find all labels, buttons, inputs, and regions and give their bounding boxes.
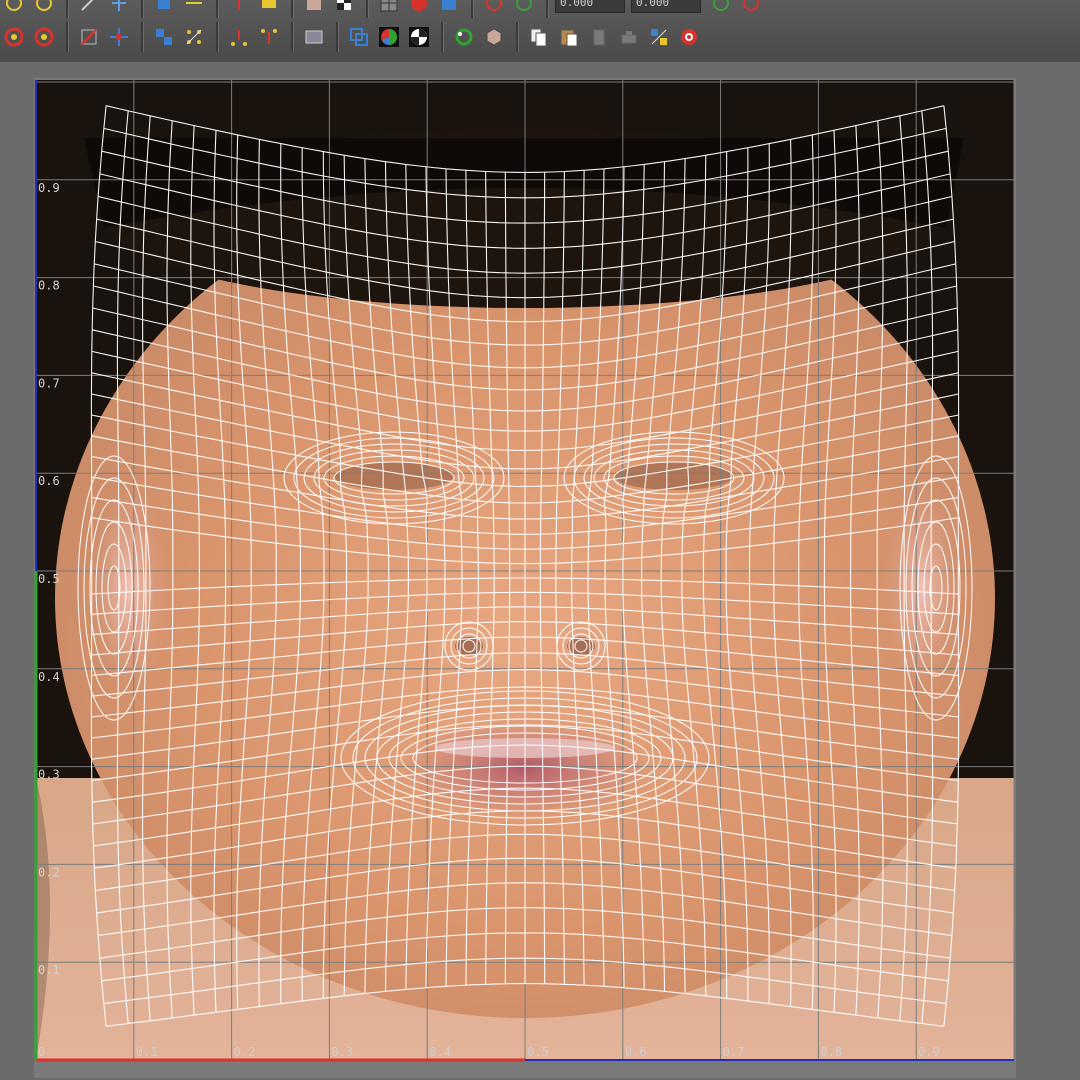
toolbar-separator [366, 0, 369, 18]
v-axis-label: 0.1 [38, 963, 60, 977]
toolbar-separator [66, 22, 69, 52]
stack-icon[interactable] [255, 24, 283, 50]
u-axis-label: 0.4 [429, 1045, 451, 1059]
uv-canvas-frame: 0 0.1 0.2 0.3 0.4 0.5 0.6 0.7 0.8 0.9 0.1 0.2 0.3 0.4… [34, 78, 1016, 1078]
v-axis-label: 0.5 [38, 572, 60, 586]
toolbar-separator [216, 0, 219, 18]
toolbar-separator [471, 0, 474, 18]
paste-disabled-icon [585, 24, 613, 50]
toolbar-separator [441, 22, 444, 52]
target-icon[interactable] [675, 24, 703, 50]
texture-alpha-icon[interactable] [405, 24, 433, 50]
u-axis-label: 0 [38, 1045, 45, 1059]
select-icon[interactable] [255, 0, 283, 16]
u-axis-label: 0.7 [723, 1045, 745, 1059]
delete-disabled-icon [615, 24, 643, 50]
toolbar-separator [516, 22, 519, 52]
uv-toolbar: 0.000 0.000 [0, 0, 1080, 63]
toolbar-separator [336, 22, 339, 52]
u-axis-label: 0.3 [331, 1045, 353, 1059]
uv-value-field-2[interactable]: 0.000 [631, 0, 701, 13]
v-axis-label: 0.3 [38, 768, 60, 782]
image-icon[interactable] [300, 24, 328, 50]
checker-icon[interactable] [300, 0, 328, 16]
checker-map-icon[interactable] [480, 24, 508, 50]
texture-rgb-icon[interactable] [375, 24, 403, 50]
v-axis-label: 0.4 [38, 670, 60, 684]
uv-editor-viewport[interactable]: 0 0.1 0.2 0.3 0.4 0.5 0.6 0.7 0.8 0.9 0.1 0.2 0.3 0.4… [0, 62, 1080, 1080]
pin-icon[interactable] [225, 24, 253, 50]
u-axis-label: 0.5 [527, 1045, 549, 1059]
toolbar-separator [66, 0, 69, 18]
v-axis-label: 0.6 [38, 474, 60, 488]
uv-value-field-1[interactable]: 0.000 [555, 0, 625, 13]
toolbar-separator [291, 22, 294, 52]
toolbar-separator [141, 0, 144, 18]
toolbar-separator [141, 22, 144, 52]
toolbar-separator [291, 0, 294, 18]
rgb-icon[interactable] [405, 0, 433, 16]
grid-snap-icon[interactable] [645, 24, 673, 50]
scale-icon[interactable] [75, 0, 103, 16]
refresh-icon[interactable] [707, 0, 735, 16]
align-uv-icon[interactable] [150, 24, 178, 50]
move-uv-icon[interactable] [105, 24, 133, 50]
rotate-ccw-red-icon[interactable] [0, 24, 28, 50]
v-axis-label: 0.8 [38, 279, 60, 293]
checker-pattern-icon[interactable] [330, 0, 358, 16]
rotate-cw-red-icon[interactable] [30, 24, 58, 50]
u-axis-label: 0.1 [136, 1045, 158, 1059]
v-axis-label: 0.2 [38, 865, 60, 879]
toolbar-row-bottom [0, 22, 705, 52]
flip-icon[interactable] [105, 0, 133, 16]
copy-icon[interactable] [525, 24, 553, 50]
u-axis-label: 0.8 [820, 1045, 842, 1059]
rotate-ccw-icon[interactable] [0, 0, 28, 16]
move-icon[interactable] [150, 0, 178, 16]
cut-icon[interactable] [225, 0, 253, 16]
checker-map-icon[interactable] [510, 0, 538, 16]
swap-icon[interactable] [480, 0, 508, 16]
toolbar-row-top: 0.000 0.000 [0, 0, 767, 18]
u-axis-label: 0.2 [234, 1045, 256, 1059]
snap-icon[interactable] [180, 0, 208, 16]
toolbar-separator [546, 0, 549, 18]
uv-canvas[interactable]: 0 0.1 0.2 0.3 0.4 0.5 0.6 0.7 0.8 0.9 0.1 0.2 0.3 0.4… [34, 78, 1016, 1078]
isolate-icon[interactable] [345, 24, 373, 50]
alpha-icon[interactable] [435, 0, 463, 16]
recycle-icon[interactable] [450, 24, 478, 50]
v-axis-label: 0.7 [38, 376, 60, 390]
u-axis-label: 0.9 [918, 1045, 940, 1059]
grid-icon[interactable] [375, 0, 403, 16]
paste-icon[interactable] [555, 24, 583, 50]
rotate-cw-icon[interactable] [30, 0, 58, 16]
scale-uv-icon[interactable] [75, 24, 103, 50]
reset-icon[interactable] [737, 0, 765, 16]
toolbar-separator [216, 22, 219, 52]
v-axis-label: 0.9 [38, 181, 60, 195]
distribute-uv-icon[interactable] [180, 24, 208, 50]
u-axis-label: 0.6 [625, 1045, 647, 1059]
